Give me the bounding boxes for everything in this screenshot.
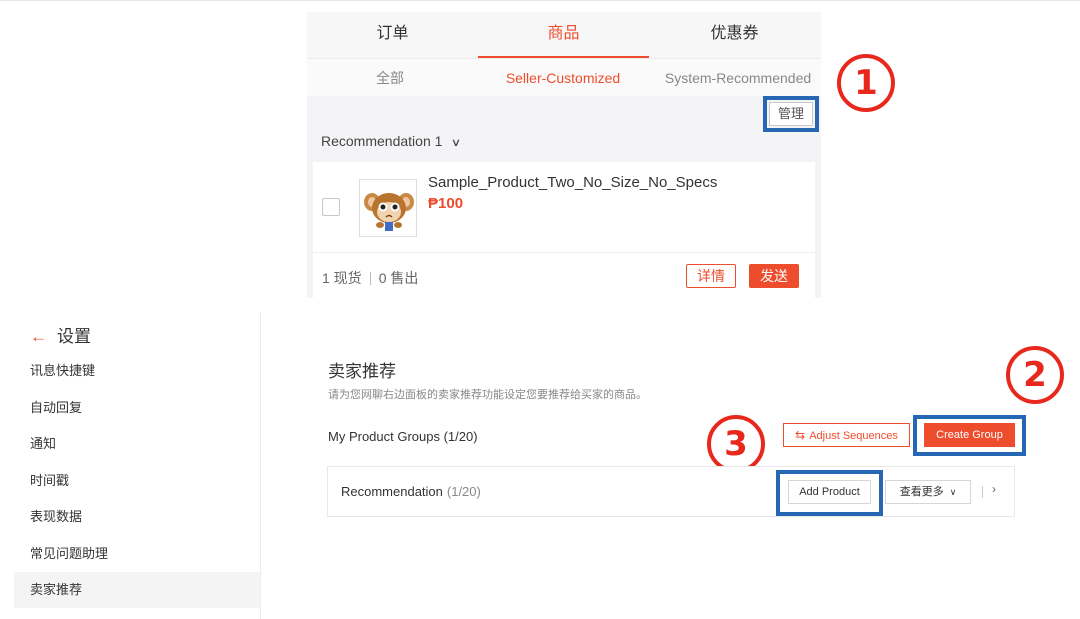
view-more-label: 查看更多 [899,486,944,498]
product-group-row: Recommendation (1/20) Add Product 查看更多 ∨ › [327,466,1015,517]
stock-count: 1 现货 [322,270,362,286]
subtab-system-recommended[interactable]: System-Recommended [655,59,821,97]
chevron-down-icon: ∨ [949,487,957,497]
chat-product-panel: 订单 商品 优惠券 全部 Seller-Customized System-Re… [307,12,821,298]
group-header-count: 1 [434,133,443,149]
stock-divider [369,272,371,285]
swap-arrows-icon: ⇆ [795,428,806,442]
annotation-1: 1 [837,54,895,112]
panel-tabs: 订单 商品 优惠券 [307,12,821,58]
adjust-sequences-button[interactable]: ⇆ Adjust Sequences [783,423,910,447]
settings-sidebar: ← 设置 讯息快捷键 自动回复 通知 时间戳 表现数据 常见问题助理 卖家推荐 [14,312,261,619]
product-name: Sample_Product_Two_No_Size_No_Specs [428,174,718,191]
sidebar-item-auto-reply[interactable]: 自动回复 [14,390,260,426]
chevron-down-icon: ∨ [451,137,462,149]
back-arrow-icon[interactable]: ← [30,327,47,346]
monkey-mascot-icon [364,193,414,231]
page-title: 卖家推荐 [328,362,396,381]
sidebar-item-seller-recommendation[interactable]: 卖家推荐 [14,572,260,608]
group-name: Recommendation (1/20) [341,484,481,499]
row-divider [982,486,983,498]
sidebar-item-timestamp[interactable]: 时间戳 [14,463,260,499]
card-divider [313,252,815,253]
product-groups-label: My Product Groups (1/20) [328,429,478,444]
settings-title: 设置 [57,327,91,346]
sidebar-item-faq-assistant[interactable]: 常见问题助理 [14,536,260,572]
product-thumbnail [359,179,417,237]
page-description: 请为您网聊右边面板的卖家推荐功能设定您要推荐给买家的商品。 [328,389,647,401]
product-card: Sample_Product_Two_No_Size_No_Specs ₱100… [313,162,815,298]
sidebar-item-notifications[interactable]: 通知 [14,426,260,462]
tab-orders[interactable]: 订单 [307,12,478,58]
settings-back-header[interactable]: ← 设置 [30,322,91,347]
group-name-label: Recommendation [341,484,443,499]
subtab-seller-customized[interactable]: Seller-Customized [478,59,648,97]
adjust-sequences-label: Adjust Sequences [809,430,898,442]
annotation-2: 2 [1006,346,1064,404]
highlight-box-add-product [776,470,883,516]
stock-info: 1 现货 0 售出 [322,268,418,288]
recommendation-group-header[interactable]: Recommendation 1 ∨ [321,133,462,149]
subtab-all[interactable]: 全部 [307,59,473,97]
product-checkbox[interactable] [322,198,340,216]
highlight-box-create-group [913,415,1026,456]
sold-count: 0 售出 [378,270,419,286]
view-more-button[interactable]: 查看更多 ∨ [885,480,971,504]
sidebar-item-quick-replies[interactable]: 讯息快捷键 [14,353,260,389]
chevron-right-icon[interactable]: › [992,482,996,496]
highlight-box-manage [763,96,819,132]
tab-vouchers[interactable]: 优惠券 [649,12,820,58]
detail-button[interactable]: 详情 [686,264,736,288]
sidebar-item-performance[interactable]: 表现数据 [14,499,260,535]
top-divider [0,0,1080,1]
send-button[interactable]: 发送 [749,264,799,288]
panel-subtabs: 全部 Seller-Customized System-Recommended [307,58,821,96]
group-header-label: Recommendation [321,133,431,149]
tab-products[interactable]: 商品 [478,12,649,58]
group-count: (1/20) [446,484,481,499]
annotation-3: 3 [707,415,765,473]
product-price: ₱100 [428,195,464,212]
